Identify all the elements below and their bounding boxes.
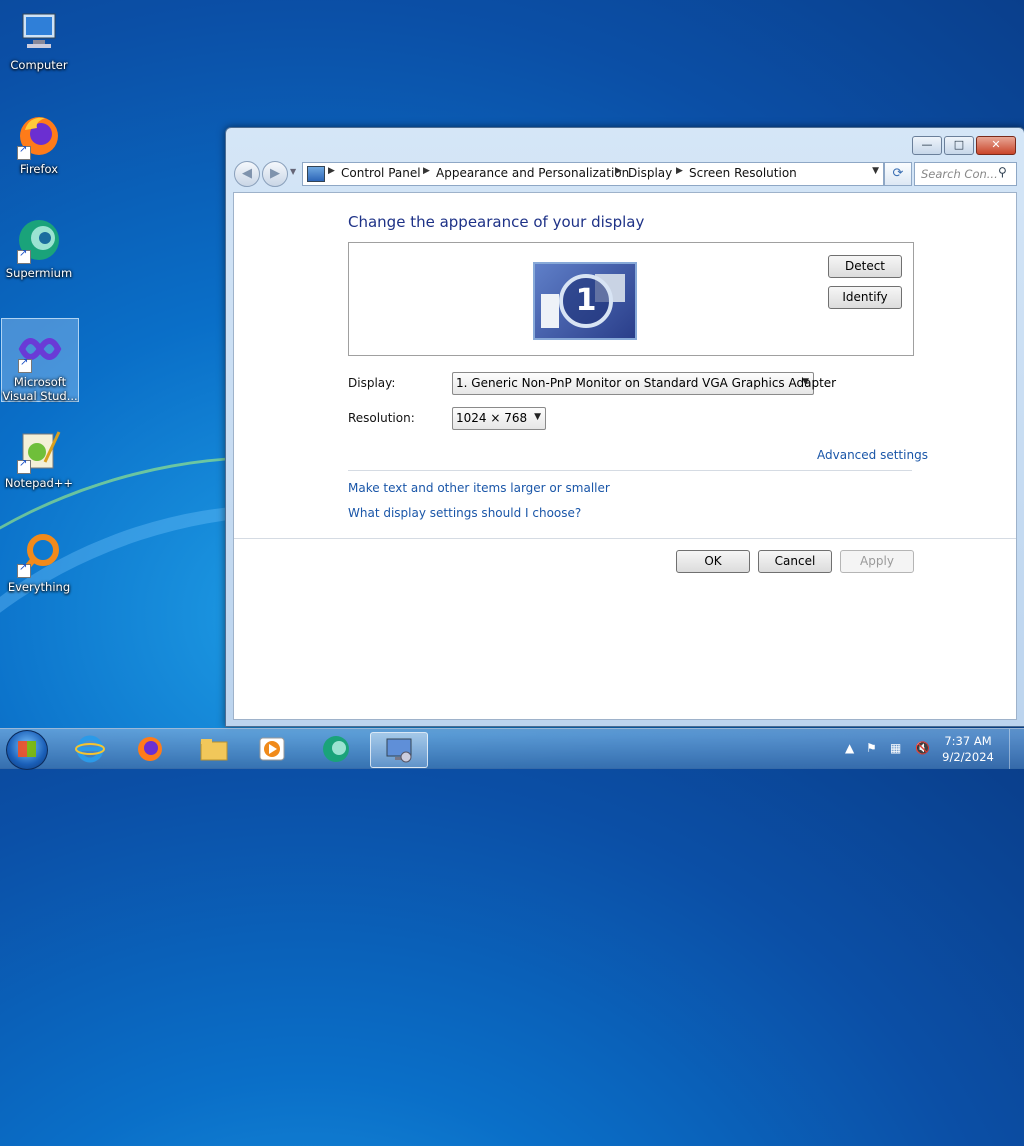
page-title: Change the appearance of your display [348,213,645,231]
computer-icon [15,8,63,56]
everything-search-icon [15,530,63,578]
internet-explorer-icon [75,735,105,763]
content-pane: Change the appearance of your display 1 … [233,192,1017,720]
detect-button[interactable]: Detect [828,255,902,278]
folder-icon [200,739,228,761]
back-button[interactable]: ◀ [234,161,260,187]
supermium-icon [15,216,63,264]
desktop-icon-label: Firefox [19,162,59,176]
ok-button[interactable]: OK [676,550,750,573]
screen-resolution-window: — □ ✕ ◀ ▶ ▼ ▶ Control Panel ▶ Appearance… [225,127,1024,727]
clock[interactable]: 7:37 AM 9/2/2024 [938,733,998,765]
display-select-value: 1. Generic Non-PnP Monitor on Standard V… [456,376,837,390]
shortcut-arrow-icon [18,357,32,373]
search-box[interactable]: Search Con... ⚲ [914,162,1017,186]
shortcut-arrow-icon [17,144,31,160]
taskbar-internet-explorer[interactable] [64,732,116,766]
monitor-arrangement-area: 1 Detect Identify [348,242,914,356]
volume-muted-icon[interactable]: 🔇 [915,741,930,755]
advanced-settings-link[interactable]: Advanced settings [817,448,928,462]
taskbar-control-panel-display[interactable] [370,732,428,768]
refresh-icon: ⟳ [892,166,904,181]
taskbar-file-explorer[interactable] [188,732,240,766]
display-select[interactable]: 1. Generic Non-PnP Monitor on Standard V… [452,372,836,395]
network-icon[interactable]: ▦ [890,741,901,755]
taskbar: ▲ ⚑ ▦ 🔇 7:37 AM 9/2/2024 [0,728,1024,770]
media-player-icon [259,737,285,761]
monitor-number: 1 [559,274,613,328]
monitor-1[interactable]: 1 [533,262,637,340]
breadcrumb-control-panel[interactable]: Control Panel [341,166,421,180]
navigation-bar: ◀ ▶ ▼ ▶ Control Panel ▶ Appearance and P… [233,161,1017,187]
text-size-link[interactable]: Make text and other items larger or smal… [348,481,610,495]
display-settings-help-link[interactable]: What display settings should I choose? [348,506,581,520]
apply-button[interactable]: Apply [840,550,914,573]
desktop-icon-label: Microsoft Visual Stud... [2,375,78,403]
address-dropdown-icon[interactable]: ▼ [872,166,879,176]
shortcut-arrow-icon [17,458,31,474]
refresh-button[interactable]: ⟳ [884,162,912,186]
taskbar-firefox[interactable] [124,732,176,766]
shortcut-arrow-icon [17,562,31,578]
maximize-button[interactable]: □ [944,136,974,155]
supermium-icon [323,736,349,762]
resolution-select-value: 1024 × 768 [456,411,528,425]
taskbar-supermium[interactable] [310,732,362,766]
control-panel-icon [307,166,325,182]
breadcrumb-separator-icon[interactable]: ▶ [423,166,430,176]
minimize-button[interactable]: — [912,136,942,155]
taskbar-media-player[interactable] [246,732,298,766]
firefox-icon [138,737,162,761]
identify-button[interactable]: Identify [828,286,902,309]
search-icon: ⚲ [998,165,1007,179]
desktop-icon-everything[interactable]: Everything [1,524,77,594]
show-hidden-icons-button[interactable]: ▲ [845,741,854,755]
breadcrumb-screen-resolution[interactable]: Screen Resolution [689,166,797,180]
forward-button[interactable]: ▶ [262,161,288,187]
desktop-icon-label: Notepad++ [4,476,74,490]
shortcut-arrow-icon [17,248,31,264]
clock-date: 9/2/2024 [942,750,994,764]
dropdown-arrow-icon: ▼ [802,377,809,387]
action-center-flag-icon[interactable]: ⚑ [866,741,877,755]
firefox-icon [15,112,63,160]
clock-time: 7:37 AM [944,734,992,748]
breadcrumb-separator-icon[interactable]: ▶ [615,166,622,176]
desktop-icon-firefox[interactable]: Firefox [1,106,77,176]
notepad-plus-plus-icon [15,426,63,474]
search-input[interactable]: Search Con... [921,167,998,181]
desktop-icon-supermium[interactable]: Supermium [1,210,77,280]
breadcrumb-separator-icon[interactable]: ▶ [676,166,683,176]
monitor-preview-window [541,294,559,328]
resolution-select[interactable]: 1024 × 768 ▼ [452,407,546,430]
display-label: Display: [348,376,396,390]
cancel-button[interactable]: Cancel [758,550,832,573]
back-arrow-icon: ◀ [242,166,252,181]
breadcrumb-separator-icon[interactable]: ▶ [328,166,335,176]
forward-arrow-icon: ▶ [270,166,280,181]
desktop-icon-label: Everything [7,580,71,594]
breadcrumb-appearance[interactable]: Appearance and Personalization [436,166,629,180]
desktop-icon-visual-studio[interactable]: Microsoft Visual Stud... [1,318,79,403]
display-settings-icon [386,738,412,763]
window-controls: — □ ✕ [912,136,1016,155]
resolution-label: Resolution: [348,411,415,425]
visual-studio-icon [16,325,64,373]
show-desktop-button[interactable] [1009,729,1024,769]
desktop-icon-label: Supermium [5,266,73,280]
recent-pages-chevron-icon[interactable]: ▼ [290,167,296,176]
breadcrumb-display[interactable]: Display [628,166,672,180]
divider [348,470,912,471]
divider [234,538,1016,539]
desktop-icon-notepad-plus-plus[interactable]: Notepad++ [1,420,77,490]
start-button[interactable] [6,730,48,770]
dropdown-arrow-icon: ▼ [534,412,541,422]
desktop-icon-label: Computer [10,58,68,72]
address-bar[interactable]: ▶ Control Panel ▶ Appearance and Persona… [302,162,884,186]
desktop-icon-computer[interactable]: Computer [1,2,77,72]
close-button[interactable]: ✕ [976,136,1016,155]
